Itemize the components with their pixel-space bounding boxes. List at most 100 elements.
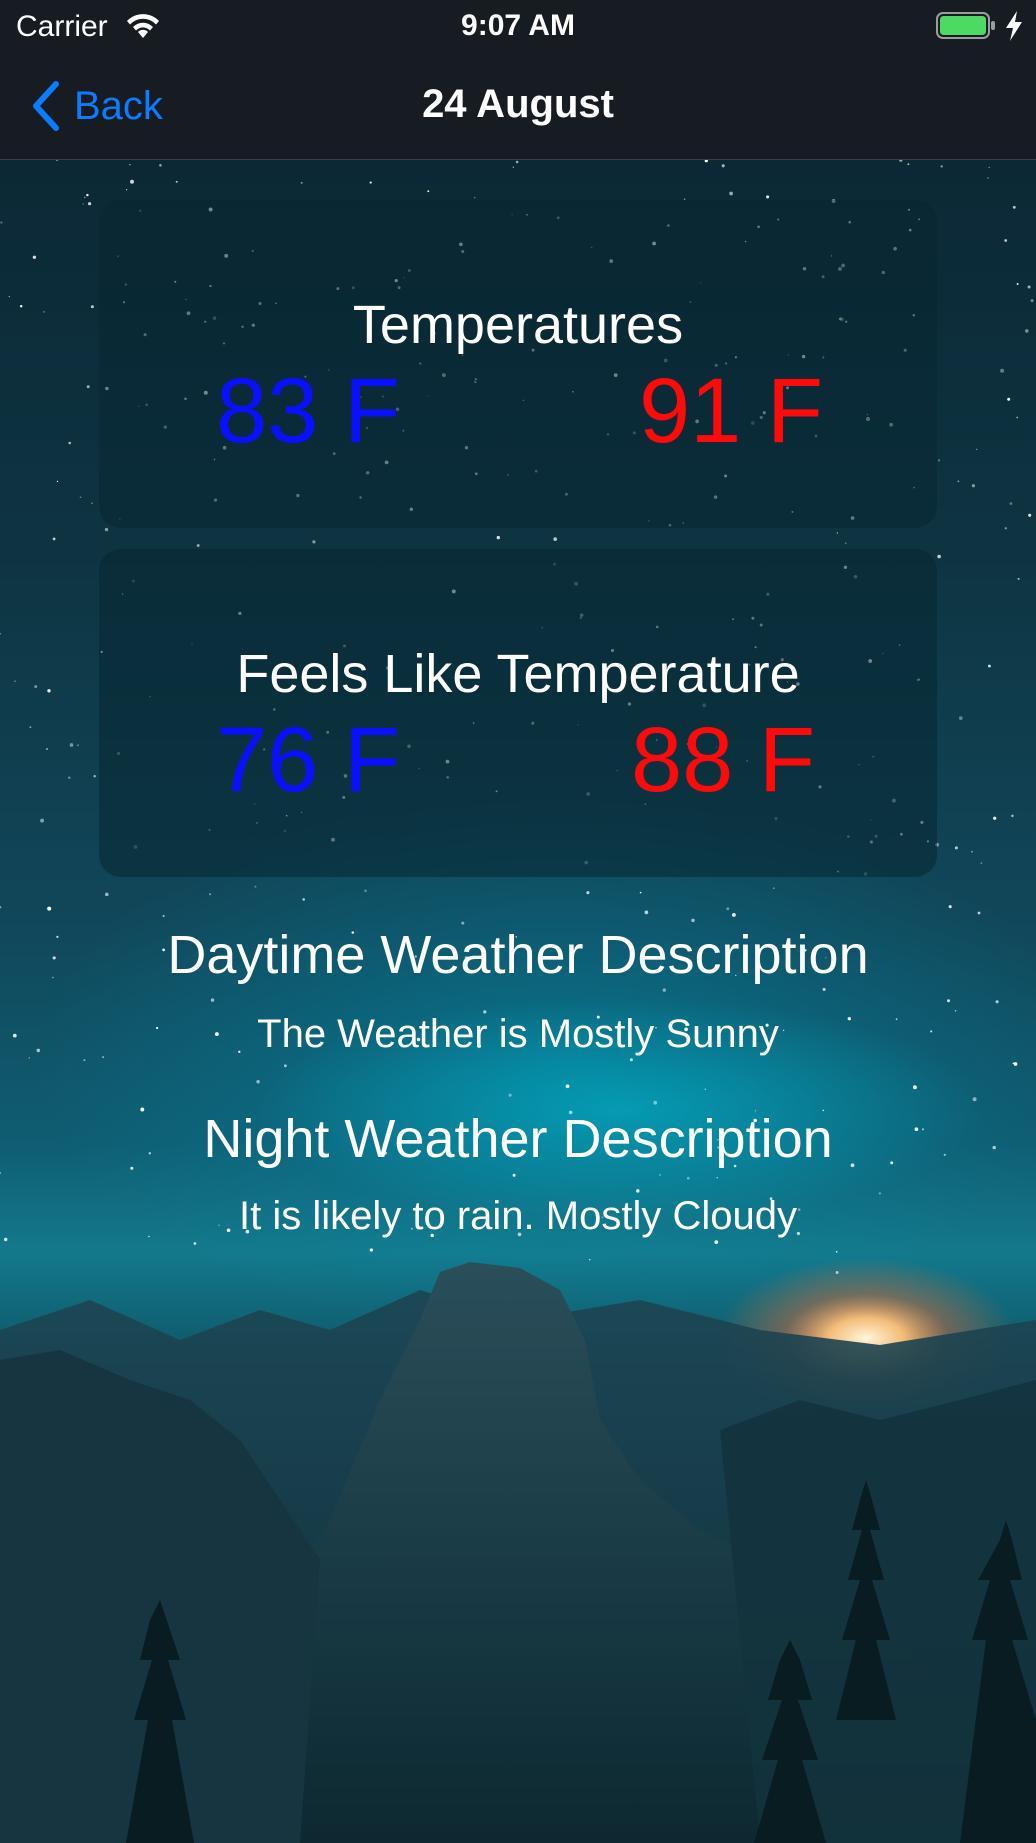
star [47, 906, 52, 911]
star [589, 1259, 591, 1261]
star [193, 1242, 197, 1245]
star [93, 775, 96, 778]
star [8, 295, 10, 298]
star [731, 912, 736, 917]
star [907, 163, 910, 166]
star [29, 726, 32, 729]
star [726, 907, 730, 911]
star [515, 160, 519, 164]
star [28, 1056, 31, 1059]
star [129, 164, 131, 166]
star [19, 304, 23, 308]
star [1027, 285, 1031, 289]
star [90, 305, 94, 309]
star [68, 776, 71, 779]
star [196, 544, 200, 547]
feels-like-card: Feels Like Temperature 76 F 88 F [99, 549, 937, 877]
star [1016, 283, 1019, 285]
star [210, 998, 215, 1002]
star [508, 1093, 512, 1097]
page-title: 24 August [422, 82, 614, 126]
star [79, 496, 82, 499]
star [77, 744, 79, 747]
star [1012, 1062, 1015, 1065]
star [14, 680, 16, 682]
star [976, 448, 978, 450]
star [766, 195, 770, 199]
star [659, 1174, 661, 1176]
star [302, 898, 306, 901]
star [369, 1248, 374, 1252]
star [1028, 513, 1032, 517]
star [822, 987, 826, 991]
star [995, 1000, 999, 1004]
daytime-description-text: The Weather is Mostly Sunny [257, 1012, 779, 1056]
star [175, 180, 178, 183]
star [162, 914, 165, 918]
star [937, 554, 941, 559]
feels-like-high: 88 F [631, 709, 816, 811]
star [1017, 577, 1020, 580]
star [1025, 329, 1029, 333]
star [40, 818, 45, 823]
star [254, 885, 257, 888]
star [1016, 416, 1019, 419]
star [940, 165, 943, 168]
star [1004, 527, 1007, 530]
temperatures-card: Temperatures 83 F 91 F [99, 200, 937, 528]
star [125, 189, 128, 191]
star [721, 164, 725, 168]
star [1007, 397, 1011, 401]
star [704, 1088, 707, 1091]
star [283, 1064, 287, 1068]
star [84, 196, 86, 199]
star [46, 748, 48, 750]
star [957, 480, 960, 483]
star [993, 816, 997, 820]
star [987, 177, 989, 179]
star [159, 164, 162, 167]
star [83, 1059, 86, 1062]
star [729, 191, 733, 196]
star [43, 311, 45, 313]
star [86, 193, 89, 197]
daytime-description-heading: Daytime Weather Description [167, 925, 869, 985]
star [87, 202, 92, 206]
star [427, 190, 430, 193]
star [68, 441, 71, 445]
star [1009, 502, 1013, 505]
status-time: 9:07 AM [461, 9, 575, 42]
star [553, 537, 558, 541]
star [56, 480, 59, 483]
star [954, 846, 958, 850]
star [639, 891, 642, 894]
battery-icon [936, 12, 995, 39]
star [300, 181, 303, 184]
star [958, 716, 963, 720]
star [32, 255, 37, 259]
star [971, 484, 975, 488]
star [987, 664, 991, 668]
star [105, 892, 109, 897]
star [512, 166, 514, 168]
navigation-bar: Back 24 August [0, 52, 1036, 160]
star [312, 540, 316, 544]
star [565, 1084, 570, 1089]
star [636, 1189, 640, 1193]
star [52, 537, 56, 541]
star [256, 1079, 260, 1084]
star [844, 542, 847, 545]
star [34, 685, 38, 689]
star [644, 910, 649, 915]
star [947, 999, 950, 1003]
star [1012, 205, 1016, 209]
star [0, 633, 1, 635]
star [1011, 814, 1014, 818]
star [912, 1085, 917, 1090]
charging-icon [1006, 11, 1022, 41]
star [369, 181, 372, 184]
star [0, 906, 2, 909]
star [971, 850, 973, 853]
star [662, 988, 666, 992]
star [629, 1058, 633, 1062]
